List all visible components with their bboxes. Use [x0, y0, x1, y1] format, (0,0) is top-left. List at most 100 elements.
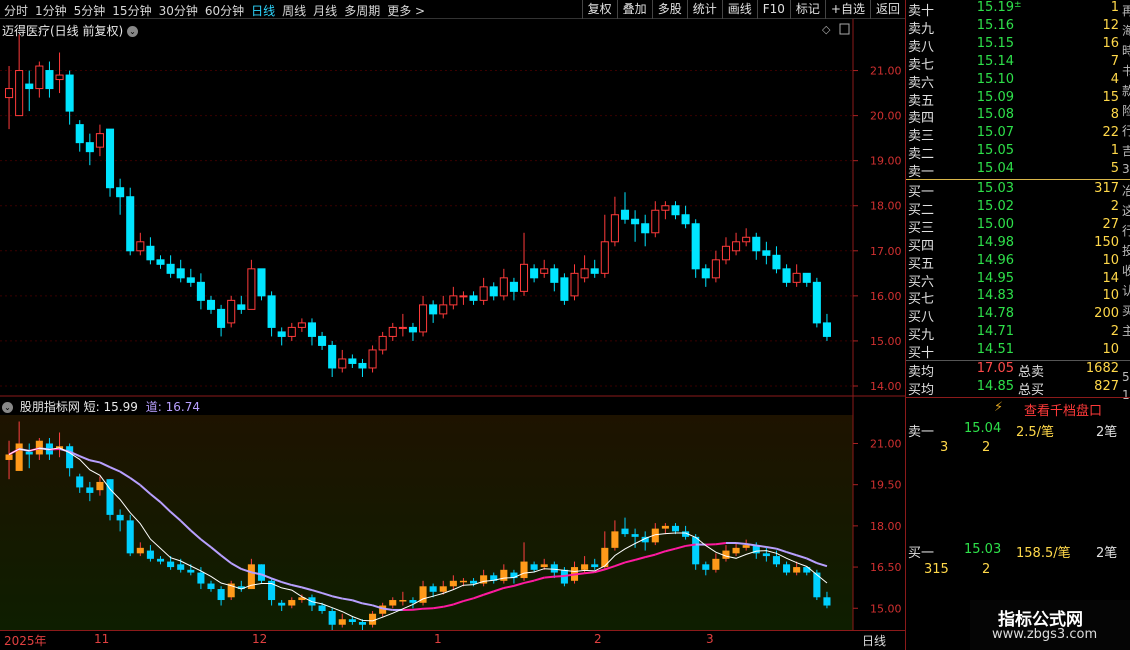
indicator-bar — [106, 479, 114, 515]
tool-button[interactable]: 叠加 — [616, 0, 652, 19]
period-tab[interactable]: 5分钟 — [74, 2, 106, 19]
date-axis: 2025年 11 12 1 2 3 日线 — [0, 630, 905, 650]
ask-level[interactable]: 卖十 15.19 1 ± — [906, 0, 1130, 19]
road-line-segment — [735, 541, 747, 546]
y-tick-label: 15.00 — [870, 602, 902, 615]
indicator-bar — [66, 446, 74, 469]
summary-label: 买均 — [908, 383, 935, 398]
period-tab[interactable]: 更多 > — [387, 2, 425, 19]
ask-level[interactable]: 卖五 15.09 15 — [906, 90, 1130, 109]
candle-body — [237, 304, 246, 310]
clipped-text: 吉 — [1122, 144, 1130, 158]
lightning-icon: ⚡ — [994, 400, 1004, 415]
candle-body — [519, 263, 529, 292]
indicator-canvas[interactable]: 21.00 19.50 18.00 16.50 15.00 — [0, 397, 905, 631]
candle-body — [328, 344, 337, 369]
period-tab[interactable]: 月线 — [313, 2, 337, 19]
period-tab[interactable]: 1分钟 — [35, 2, 67, 19]
tool-button[interactable]: 统计 — [686, 0, 722, 19]
candle-body — [297, 322, 306, 328]
bid-level[interactable]: 买八 14.78 200 — [906, 306, 1130, 325]
candle-body — [217, 308, 226, 328]
ticket-count: 2笔 — [1096, 546, 1118, 561]
ask-level[interactable]: 卖八 15.15 16 — [906, 36, 1130, 55]
candle-body — [691, 223, 700, 270]
clipped-text: 5 — [1122, 370, 1130, 384]
period-tab[interactable]: 分时 — [4, 2, 28, 19]
period-tab[interactable]: 日线 — [251, 2, 275, 19]
clipped-text: 主 — [1122, 324, 1130, 338]
level-volume: 10 — [1102, 288, 1119, 304]
candle-body — [5, 88, 14, 99]
clipped-text: 時 — [1122, 44, 1130, 58]
y-tick-label: 17.00 — [870, 245, 902, 258]
tool-button[interactable]: 多股 — [651, 0, 687, 19]
qian-dang-link[interactable]: ⚡ 查看千档盘口 — [906, 400, 1130, 419]
kline-canvas[interactable]: 21.00 20.00 19.00 18.00 17.00 16.00 15.00 14.00… — [0, 19, 905, 397]
level-label: 卖二 — [908, 147, 935, 163]
kline-chart[interactable]: 21.00 20.00 19.00 18.00 17.00 16.00 15.00 14.00… — [0, 19, 905, 397]
level-price: 15.03 — [976, 181, 1014, 196]
level-label: 买二 — [908, 202, 935, 218]
bid-level[interactable]: 买一 15.03 317 — [906, 181, 1130, 200]
tool-button[interactable]: 画线 — [721, 0, 757, 19]
ask-level[interactable]: 卖四 15.08 8 — [906, 107, 1130, 126]
diamond-icon: ◇ — [822, 23, 831, 36]
period-tabs: 分时 1分钟 5分钟 15分钟 30分钟 60分钟 日线 周线 月线 多周期 更多 > — [4, 2, 432, 19]
tag-icon: ± — [1014, 0, 1022, 10]
indicator-bar — [783, 564, 791, 573]
ask-level[interactable]: 卖二 15.05 1 — [906, 143, 1130, 163]
tool-button[interactable]: 标记 — [789, 0, 825, 19]
bid-level[interactable]: 买二 15.02 2 — [906, 199, 1130, 218]
short-value: 15.99 — [103, 400, 138, 414]
tool-button[interactable]: +自选 — [824, 0, 870, 19]
road-line-segment — [412, 607, 424, 611]
level-price: 15.00 — [976, 216, 1014, 232]
ask-level[interactable]: 卖一 15.04 5 — [906, 161, 1130, 180]
level-volume: 12 — [1102, 17, 1119, 33]
ticket-price: 15.04 — [964, 421, 1002, 436]
indicator-bar — [399, 600, 407, 602]
clipped-text: 这 — [1122, 204, 1130, 218]
short-label: 短: — [83, 400, 100, 414]
bid-level[interactable]: 买五 14.96 10 — [906, 253, 1130, 272]
candle-body — [701, 268, 710, 279]
ask-level[interactable]: 卖三 15.07 22 — [906, 125, 1130, 144]
tool-button[interactable]: F10 — [756, 0, 790, 19]
indicator-bar — [167, 561, 175, 568]
period-tab[interactable]: 15分钟 — [112, 2, 151, 19]
indicator-chart[interactable]: 21.00 19.50 18.00 16.50 15.00 — [0, 397, 905, 631]
candle-body — [105, 128, 115, 189]
ask-level[interactable]: 卖七 15.14 7 — [906, 54, 1130, 73]
level-label: 买九 — [908, 328, 935, 344]
bid-level[interactable]: 买七 14.83 10 — [906, 288, 1130, 307]
date-label: 11 — [94, 632, 110, 646]
road-value: 16.74 — [165, 400, 200, 414]
period-tab[interactable]: 多周期 — [344, 2, 380, 19]
ask-level[interactable]: 卖六 15.10 4 — [906, 72, 1130, 91]
period-tab[interactable]: 60分钟 — [205, 2, 244, 19]
bid-level[interactable]: 买六 14.95 14 — [906, 271, 1130, 290]
indicator-bar — [712, 558, 720, 570]
level-label: 卖七 — [908, 57, 935, 73]
ticket-detail-2: 2 — [982, 562, 991, 577]
dropdown-icon[interactable]: ⌄ — [2, 402, 13, 413]
bid-level[interactable]: 买三 15.00 27 — [906, 216, 1130, 236]
dropdown-icon[interactable]: ⌄ — [127, 26, 139, 37]
level-price: 14.98 — [976, 234, 1014, 250]
candle-body — [338, 358, 347, 369]
level-price: 14.51 — [976, 342, 1014, 358]
indicator-bar — [318, 605, 326, 612]
stock-title: 迈得医疗(日线 前复权) — [2, 24, 124, 38]
period-tab[interactable]: 周线 — [282, 2, 306, 19]
period-tab[interactable]: 30分钟 — [159, 2, 198, 19]
bid-level[interactable]: 买九 14.71 2 — [906, 324, 1130, 344]
tool-button[interactable]: 返回 — [869, 0, 905, 19]
indicator-bar — [520, 561, 528, 579]
level-volume: 317 — [1094, 181, 1119, 196]
tool-button[interactable]: 复权 — [581, 0, 617, 19]
bid-level[interactable]: 买四 14.98 150 — [906, 234, 1130, 254]
ask-level[interactable]: 卖九 15.16 12 — [906, 17, 1130, 37]
candle-body — [368, 349, 377, 369]
bid-level[interactable]: 买十 14.51 10 — [906, 342, 1130, 361]
